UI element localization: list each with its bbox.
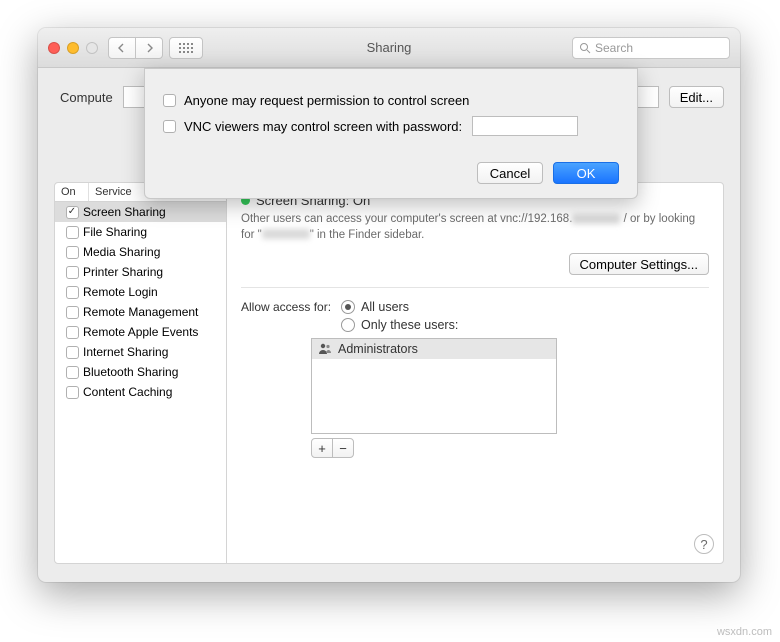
- forward-button[interactable]: [135, 37, 163, 59]
- zoom-window-button[interactable]: [86, 42, 98, 54]
- user-add-remove: + −: [311, 438, 557, 458]
- user-row-administrators[interactable]: Administrators: [312, 339, 556, 359]
- header-service: Service: [89, 183, 138, 201]
- users-icon: [318, 343, 332, 355]
- option-vnc-password[interactable]: VNC viewers may control screen with pass…: [163, 116, 619, 136]
- radio-only-these-users[interactable]: Only these users:: [341, 318, 458, 332]
- close-window-button[interactable]: [48, 42, 60, 54]
- checkbox[interactable]: [163, 94, 176, 107]
- users-box: Administrators + −: [311, 338, 557, 458]
- search-input[interactable]: Search: [572, 37, 730, 59]
- watermark: wsxdn.com: [717, 626, 772, 638]
- service-row-file-sharing[interactable]: File Sharing: [55, 222, 226, 242]
- add-user-button[interactable]: +: [311, 438, 333, 458]
- service-row-screen-sharing[interactable]: Screen Sharing: [55, 202, 226, 222]
- service-checkbox[interactable]: [66, 366, 79, 379]
- help-button[interactable]: ?: [694, 534, 714, 554]
- computer-settings-sheet: Anyone may request permission to control…: [144, 68, 638, 199]
- service-row-internet-sharing[interactable]: Internet Sharing: [55, 342, 226, 362]
- service-row-bluetooth-sharing[interactable]: Bluetooth Sharing: [55, 362, 226, 382]
- vnc-password-input[interactable]: [472, 116, 578, 136]
- service-checkbox[interactable]: [66, 306, 79, 319]
- redacted-ip: [572, 214, 620, 224]
- service-checkbox[interactable]: [66, 246, 79, 259]
- computer-settings-button[interactable]: Computer Settings...: [569, 253, 710, 275]
- services-list: Screen Sharing File Sharing Media Sharin…: [55, 202, 226, 563]
- service-checkbox[interactable]: [66, 346, 79, 359]
- services-panel: On Service Screen Sharing File Sharing M…: [54, 182, 724, 564]
- service-description: Other users can access your computer's s…: [241, 212, 709, 243]
- preferences-window: Sharing Search Compute Edit... On Servic…: [38, 28, 740, 582]
- service-row-remote-apple-events[interactable]: Remote Apple Events: [55, 322, 226, 342]
- minimize-window-button[interactable]: [67, 42, 79, 54]
- redacted-name: [262, 229, 310, 239]
- cancel-button[interactable]: Cancel: [477, 162, 543, 184]
- back-button[interactable]: [108, 37, 136, 59]
- checkbox[interactable]: [163, 120, 176, 133]
- header-on: On: [55, 183, 89, 201]
- ok-button[interactable]: OK: [553, 162, 619, 184]
- search-icon: [579, 42, 591, 54]
- allow-access-label: Allow access for:: [241, 300, 331, 314]
- service-row-remote-management[interactable]: Remote Management: [55, 302, 226, 322]
- titlebar: Sharing Search: [38, 28, 740, 68]
- services-column: On Service Screen Sharing File Sharing M…: [55, 183, 227, 563]
- users-list[interactable]: Administrators: [311, 338, 557, 434]
- radio-icon: [341, 300, 355, 314]
- divider: [241, 287, 709, 288]
- option-anyone-request[interactable]: Anyone may request permission to control…: [163, 93, 619, 108]
- edit-button[interactable]: Edit...: [669, 86, 724, 108]
- service-detail: Screen Sharing: On Other users can acces…: [227, 183, 723, 563]
- service-checkbox[interactable]: [66, 386, 79, 399]
- service-row-media-sharing[interactable]: Media Sharing: [55, 242, 226, 262]
- window-controls: [48, 42, 98, 54]
- access-row: Allow access for: All users Only these u…: [241, 300, 709, 332]
- search-placeholder: Search: [595, 41, 633, 55]
- show-all-button[interactable]: [169, 37, 203, 59]
- service-checkbox[interactable]: [66, 326, 79, 339]
- service-checkbox[interactable]: [66, 226, 79, 239]
- service-row-content-caching[interactable]: Content Caching: [55, 382, 226, 402]
- radio-icon: [341, 318, 355, 332]
- computer-name-label: Compute: [60, 90, 113, 105]
- service-row-remote-login[interactable]: Remote Login: [55, 282, 226, 302]
- service-checkbox[interactable]: [66, 266, 79, 279]
- remove-user-button[interactable]: −: [332, 438, 354, 458]
- service-checkbox[interactable]: [66, 286, 79, 299]
- radio-all-users[interactable]: All users: [341, 300, 458, 314]
- service-row-printer-sharing[interactable]: Printer Sharing: [55, 262, 226, 282]
- service-checkbox[interactable]: [66, 206, 79, 219]
